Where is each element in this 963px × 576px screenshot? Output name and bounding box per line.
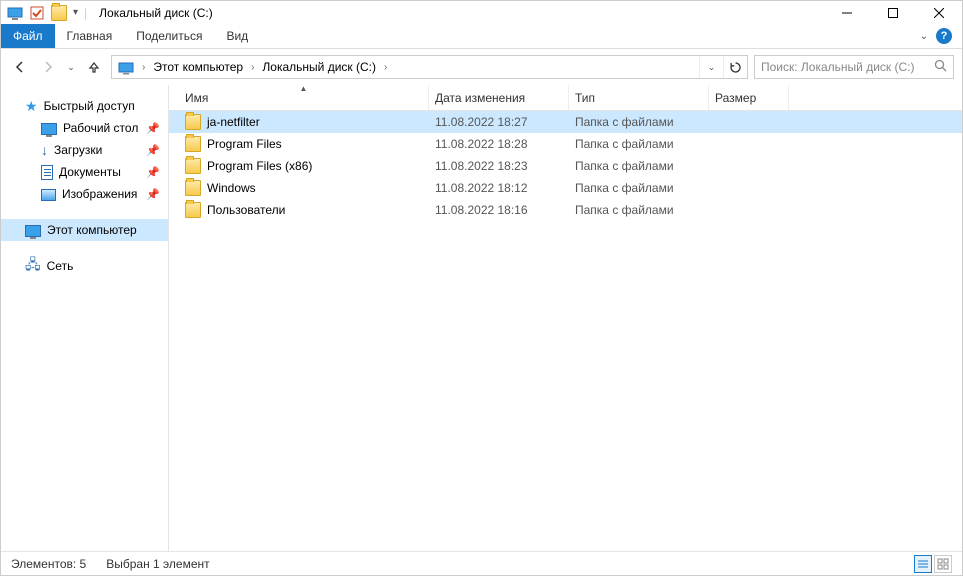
file-name: ja-netfilter <box>207 115 260 129</box>
table-row[interactable]: ja-netfilter 11.08.2022 18:27Папка с файл… <box>169 111 962 133</box>
nav-network[interactable]: 🖧 Сеть <box>1 255 168 277</box>
file-type: Папка с файлами <box>569 137 709 151</box>
file-modified: 11.08.2022 18:27 <box>429 115 569 129</box>
up-button[interactable] <box>83 56 105 78</box>
system-menu-icon[interactable] <box>7 5 23 21</box>
view-details-button[interactable] <box>914 555 932 573</box>
nav-label: Загрузки <box>54 143 102 157</box>
folder-icon <box>185 158 201 174</box>
recent-dropdown[interactable]: ⌄ <box>65 56 77 78</box>
table-row[interactable]: Program Files (x86) 11.08.2022 18:23Папка… <box>169 155 962 177</box>
file-name: Program Files (x86) <box>207 159 312 173</box>
column-headers: Имя ▲ Дата изменения Тип Размер <box>169 85 962 111</box>
star-icon: ★ <box>25 98 38 115</box>
search-icon <box>934 59 947 75</box>
file-modified: 11.08.2022 18:28 <box>429 137 569 151</box>
column-modified[interactable]: Дата изменения <box>429 85 569 110</box>
table-row[interactable]: Windows 11.08.2022 18:12Папка с файлами <box>169 177 962 199</box>
qat-properties-icon[interactable] <box>29 5 45 21</box>
search-box[interactable]: Поиск: Локальный диск (C:) <box>754 55 954 79</box>
window-title: Локальный диск (C:) <box>93 6 213 20</box>
nav-pictures[interactable]: Изображения 📌 <box>1 183 168 205</box>
refresh-button[interactable] <box>723 56 747 78</box>
this-pc-icon <box>25 225 41 237</box>
file-name: Пользователи <box>207 203 285 217</box>
minimize-button[interactable] <box>824 1 870 24</box>
column-size[interactable]: Размер <box>709 85 789 110</box>
file-modified: 11.08.2022 18:23 <box>429 159 569 173</box>
nav-documents[interactable]: Документы 📌 <box>1 161 168 183</box>
folder-icon <box>185 136 201 152</box>
desktop-icon <box>41 123 57 135</box>
ribbon-tabs: Файл Главная Поделиться Вид ⌄ ? <box>1 24 962 49</box>
nav-label: Сеть <box>47 259 74 273</box>
file-type: Папка с файлами <box>569 203 709 217</box>
navigation-pane: ★ Быстрый доступ Рабочий стол 📌 ↓ Загруз… <box>1 85 169 551</box>
network-icon: 🖧 <box>25 254 41 278</box>
chevron-right-icon[interactable]: › <box>382 62 389 73</box>
status-selection: Выбран 1 элемент <box>106 557 209 571</box>
pictures-icon <box>41 189 56 201</box>
nav-desktop[interactable]: Рабочий стол 📌 <box>1 117 168 139</box>
title-bar: ▾ | Локальный диск (C:) <box>1 1 962 24</box>
downloads-icon: ↓ <box>41 142 48 158</box>
file-modified: 11.08.2022 18:12 <box>429 181 569 195</box>
nav-downloads[interactable]: ↓ Загрузки 📌 <box>1 139 168 161</box>
tab-home[interactable]: Главная <box>55 24 125 48</box>
nav-label: Документы <box>59 165 121 179</box>
nav-label: Этот компьютер <box>47 223 137 237</box>
file-type: Папка с файлами <box>569 181 709 195</box>
maximize-button[interactable] <box>870 1 916 24</box>
file-modified: 11.08.2022 18:16 <box>429 203 569 217</box>
qat-folder-icon[interactable] <box>51 5 67 21</box>
pin-icon: 📌 <box>146 122 160 135</box>
qat-dropdown-icon[interactable]: ▾ <box>73 7 78 18</box>
documents-icon <box>41 165 53 180</box>
folder-icon <box>185 180 201 196</box>
breadcrumb-drive-c[interactable]: Локальный диск (C:) <box>256 56 382 78</box>
column-name[interactable]: Имя ▲ <box>179 85 429 110</box>
file-type: Папка с файлами <box>569 115 709 129</box>
sort-ascending-icon: ▲ <box>300 84 308 93</box>
nav-this-pc[interactable]: Этот компьютер <box>1 219 168 241</box>
nav-label: Рабочий стол <box>63 121 138 135</box>
view-large-icons-button[interactable] <box>934 555 952 573</box>
nav-quick-access[interactable]: ★ Быстрый доступ <box>1 95 168 117</box>
back-button[interactable] <box>9 56 31 78</box>
breadcrumb-root-icon[interactable] <box>112 56 140 78</box>
nav-label: Быстрый доступ <box>44 99 135 113</box>
pin-icon: 📌 <box>146 166 160 179</box>
status-bar: Элементов: 5 Выбран 1 элемент <box>1 551 962 575</box>
column-type[interactable]: Тип <box>569 85 709 110</box>
navigation-bar: ⌄ › Этот компьютер › Локальный диск (C:)… <box>1 49 962 85</box>
status-item-count: Элементов: 5 <box>11 557 86 571</box>
forward-button[interactable] <box>37 56 59 78</box>
table-row[interactable]: Program Files 11.08.2022 18:28Папка с фай… <box>169 133 962 155</box>
pin-icon: 📌 <box>146 144 160 157</box>
file-name: Windows <box>207 181 256 195</box>
folder-icon <box>185 202 201 218</box>
tab-share[interactable]: Поделиться <box>124 24 214 48</box>
address-dropdown[interactable]: ⌄ <box>699 56 723 78</box>
chevron-right-icon[interactable]: › <box>140 62 147 73</box>
pin-icon: 📌 <box>146 188 160 201</box>
table-row[interactable]: Пользователи 11.08.2022 18:16Папка с файл… <box>169 199 962 221</box>
file-rows: ja-netfilter11.08.2022 18:27Папка с файл… <box>169 111 962 551</box>
chevron-right-icon[interactable]: › <box>249 62 256 73</box>
file-list-pane: Имя ▲ Дата изменения Тип Размер ja-netfi… <box>169 85 962 551</box>
nav-label: Изображения <box>62 187 137 201</box>
search-placeholder: Поиск: Локальный диск (C:) <box>761 60 934 74</box>
file-name: Program Files <box>207 137 282 151</box>
help-icon[interactable]: ? <box>936 28 952 44</box>
breadcrumb-this-pc[interactable]: Этот компьютер <box>147 56 249 78</box>
close-button[interactable] <box>916 1 962 24</box>
address-bar[interactable]: › Этот компьютер › Локальный диск (C:) ›… <box>111 55 748 79</box>
tab-view[interactable]: Вид <box>214 24 260 48</box>
address-edit-area[interactable] <box>389 56 699 78</box>
tab-file[interactable]: Файл <box>1 24 55 48</box>
folder-icon <box>185 114 201 130</box>
file-type: Папка с файлами <box>569 159 709 173</box>
ribbon-expand-icon[interactable]: ⌄ <box>920 31 928 42</box>
